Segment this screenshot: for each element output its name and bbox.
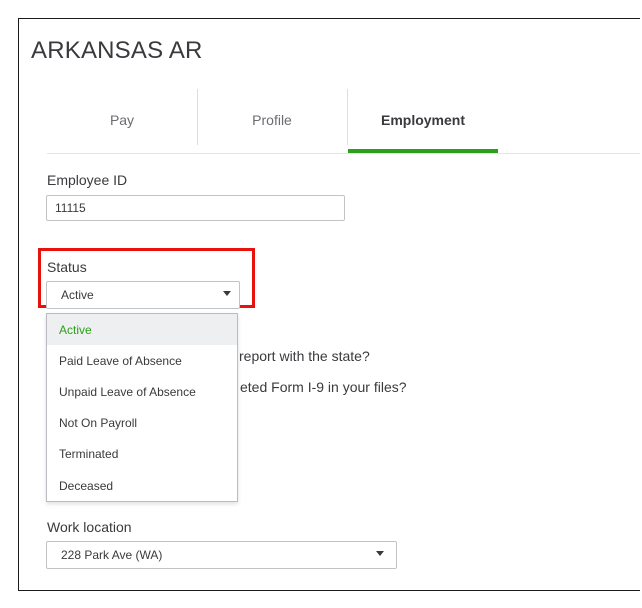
status-option-deceased[interactable]: Deceased [47, 470, 237, 501]
employee-id-label: Employee ID [47, 172, 128, 188]
form-i9-question: eted Form I-9 in your files? [240, 379, 407, 395]
status-label: Status [47, 259, 87, 275]
status-option-not-on-payroll[interactable]: Not On Payroll [47, 408, 237, 439]
status-dropdown[interactable]: Active [46, 281, 240, 309]
tab-bar: Pay Profile Employment [47, 89, 640, 154]
work-location-selected-value: 228 Park Ave (WA) [61, 548, 163, 562]
chevron-down-icon [223, 291, 231, 296]
tab-pay[interactable]: Pay [47, 89, 197, 151]
work-location-label: Work location [47, 519, 132, 535]
status-option-terminated[interactable]: Terminated [47, 439, 237, 470]
status-option-active[interactable]: Active [47, 314, 237, 346]
status-option-unpaid-leave[interactable]: Unpaid Leave of Absence [47, 376, 237, 407]
page-title: ARKANSAS AR [31, 37, 203, 64]
tab-profile[interactable]: Profile [197, 89, 347, 151]
state-report-question: report with the state? [239, 348, 370, 364]
work-location-dropdown[interactable]: 228 Park Ave (WA) [46, 541, 397, 569]
chevron-down-icon [376, 551, 384, 556]
status-dropdown-menu: Active Paid Leave of Absence Unpaid Leav… [46, 313, 238, 502]
status-selected-value: Active [61, 288, 94, 302]
employee-id-input[interactable]: 11115 [46, 195, 345, 221]
tab-employment[interactable]: Employment [348, 89, 498, 153]
status-option-paid-leave[interactable]: Paid Leave of Absence [47, 345, 237, 376]
employee-window: ARKANSAS AR Pay Profile Employment Emplo… [18, 18, 640, 591]
